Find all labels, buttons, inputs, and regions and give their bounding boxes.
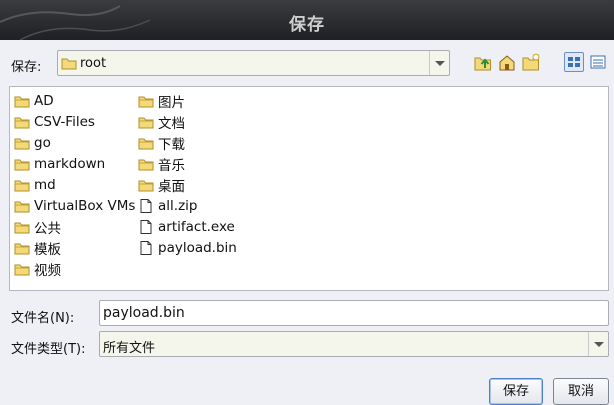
title-bar: 保存 <box>0 0 614 40</box>
file-name: all.zip <box>158 197 198 214</box>
file-list-item[interactable]: VirtualBox VMs <box>14 195 135 216</box>
file-name: go <box>34 134 51 151</box>
file-list-item[interactable]: 视频 <box>14 258 135 279</box>
file-name: VirtualBox VMs <box>34 197 136 214</box>
file-icon <box>140 219 152 234</box>
folder-icon <box>138 180 154 191</box>
file-name: AD <box>34 92 54 109</box>
file-list-item[interactable]: 桌面 <box>138 174 237 195</box>
location-label: 保存: <box>11 60 42 75</box>
folder-icon <box>14 264 30 275</box>
file-name: 下载 <box>158 136 185 153</box>
new-folder-button[interactable] <box>521 52 541 72</box>
file-name: 模板 <box>34 241 61 258</box>
folder-icon <box>14 96 30 107</box>
folder-icon <box>61 58 77 70</box>
file-list-item[interactable]: markdown <box>14 153 135 174</box>
file-name: artifact.exe <box>158 218 235 235</box>
file-list-item[interactable]: payload.bin <box>138 237 237 258</box>
file-list-item[interactable]: 图片 <box>138 90 237 111</box>
cancel-button[interactable]: 取消 <box>553 378 609 405</box>
details-view-button[interactable] <box>588 52 608 72</box>
folder-icon <box>138 117 154 128</box>
details-view-icon <box>590 55 606 69</box>
filetype-value: 所有文件 <box>103 341 156 356</box>
file-name: 视频 <box>34 262 61 279</box>
folder-icon <box>138 159 154 170</box>
list-view-icon <box>568 57 580 67</box>
folder-icon <box>14 159 30 170</box>
save-button[interactable]: 保存 <box>489 378 543 405</box>
file-list-item[interactable]: CSV-Files <box>14 111 135 132</box>
up-folder-button[interactable] <box>473 52 493 72</box>
folder-icon <box>14 201 30 212</box>
filename-value: payload.bin <box>103 305 185 321</box>
file-list-item[interactable]: all.zip <box>138 195 237 216</box>
file-name: payload.bin <box>158 239 237 256</box>
folder-icon <box>14 243 30 254</box>
up-folder-icon <box>474 57 491 71</box>
file-name: 图片 <box>158 94 185 111</box>
file-name: 文档 <box>158 115 185 132</box>
file-list-item[interactable]: 文档 <box>138 111 237 132</box>
filetype-combobox[interactable]: 所有文件 <box>99 331 609 357</box>
folder-icon <box>14 180 30 191</box>
folder-icon <box>138 96 154 107</box>
file-list-item[interactable]: md <box>14 174 135 195</box>
home-button[interactable] <box>497 52 517 72</box>
file-column-1: AD CSV-Files go markdown md VirtualBox VMs 公共模… <box>14 90 135 279</box>
file-list-item[interactable]: 模板 <box>14 237 135 258</box>
file-list-item[interactable]: 音乐 <box>138 153 237 174</box>
file-icon <box>140 240 152 255</box>
file-column-2: 图片文档下载音乐桌面 all.zip artifact.exe payload.bin <box>138 90 237 258</box>
filetype-label: 文件类型(T): <box>11 342 86 357</box>
file-name: markdown <box>34 155 106 172</box>
file-list-item[interactable]: artifact.exe <box>138 216 237 237</box>
folder-icon <box>14 138 30 149</box>
folder-icon <box>138 138 154 149</box>
file-icon <box>140 198 152 213</box>
window-title: 保存 <box>289 15 325 35</box>
list-view-button[interactable] <box>564 52 584 72</box>
home-icon <box>499 55 515 71</box>
folder-icon <box>14 117 30 128</box>
location-combobox[interactable]: root <box>57 50 450 76</box>
file-list-panel[interactable]: AD CSV-Files go markdown md VirtualBox VMs 公共模… <box>9 86 609 291</box>
file-list-item[interactable]: AD <box>14 90 135 111</box>
folder-icon <box>14 222 30 233</box>
location-value: root <box>80 56 107 71</box>
file-name: 公共 <box>34 220 61 237</box>
file-list-item[interactable]: 下载 <box>138 132 237 153</box>
chevron-down-icon[interactable] <box>588 332 608 356</box>
filename-input[interactable]: payload.bin <box>99 300 609 326</box>
filename-label: 文件名(N): <box>11 311 75 326</box>
file-list-item[interactable]: 公共 <box>14 216 135 237</box>
file-name: 音乐 <box>158 157 185 174</box>
chevron-down-icon[interactable] <box>429 51 449 75</box>
new-folder-icon <box>522 53 540 71</box>
file-name: md <box>34 176 56 193</box>
file-name: CSV-Files <box>34 113 95 130</box>
file-name: 桌面 <box>158 178 185 195</box>
file-list-item[interactable]: go <box>14 132 135 153</box>
